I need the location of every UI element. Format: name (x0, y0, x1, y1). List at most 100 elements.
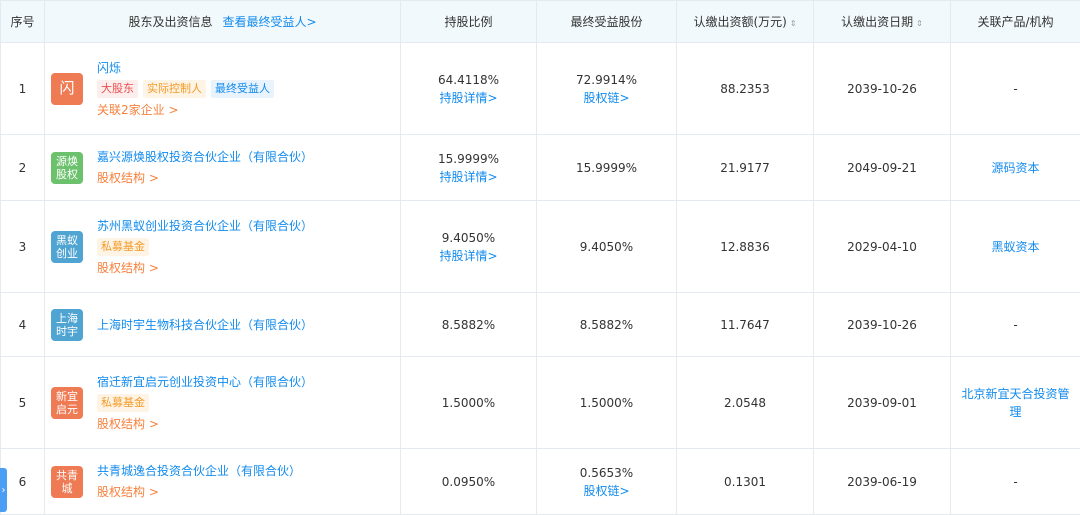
col-amount-label: 认缴出资额(万元) (693, 15, 787, 29)
related-institution-link: - (1013, 81, 1018, 96)
col-shareholder-header: 股东及出资信息 查看最终受益人> (44, 0, 401, 43)
row-index: 1 (0, 42, 45, 135)
ratio-cell: 15.9999% 持股详情> (400, 134, 537, 201)
amount-value: 21.9177 (676, 134, 814, 201)
shareholder-name-link[interactable]: 共青城逸合投资合伙企业（有限合伙） (97, 462, 301, 480)
related-institution-link[interactable]: 北京新宜天合投资管理 (961, 387, 1069, 419)
shareholder-name-link[interactable]: 嘉兴源焕股权投资合伙企业（有限合伙） (97, 148, 313, 166)
final-share-cell: 8.5882% (536, 292, 677, 357)
ratio-cell: 64.4118% 持股详情> (400, 42, 537, 135)
ratio-value: 0.0950% (441, 474, 496, 489)
row-index: 4 (0, 292, 45, 357)
ratio-cell: 1.5000% (400, 356, 537, 449)
company-logo[interactable]: 上海时宇 (51, 308, 83, 341)
equity-structure-link[interactable]: 股权结构 > (97, 169, 313, 187)
final-share-cell: 0.5653% 股权链> (536, 448, 677, 515)
equity-structure-link[interactable]: 关联2家企业 > (97, 101, 274, 119)
shareholder-cell: 闪闪烁大股东 实际控制人 最终受益人 关联2家企业 > (44, 42, 401, 135)
col-related-header: 关联产品/机构 (950, 0, 1080, 43)
company-logo[interactable]: 共青城 (51, 465, 83, 498)
row-index: 5 (0, 356, 45, 449)
col-ratio-header: 持股比例 (400, 0, 537, 43)
final-share-cell: 1.5000% (536, 356, 677, 449)
shareholder-table: 序号 股东及出资信息 查看最终受益人> 持股比例 最终受益股份 认缴出资额(万元)… (0, 0, 1080, 515)
col-shareholder-label: 股东及出资信息 (128, 15, 213, 29)
col-final-share-header: 最终受益股份 (536, 0, 677, 43)
shareholder-cell: 共青城 共青城逸合投资合伙企业（有限合伙） 股权结构 > (44, 448, 401, 515)
ratio-value: 64.4118% (437, 72, 500, 87)
table-row: 3 黑蚁创业 苏州黑蚁创业投资合伙企业（有限合伙） 私募基金股权结构 > 9.4050%… (0, 200, 1080, 293)
table-row: 2 源焕股权 嘉兴源焕股权投资合伙企业（有限合伙） 股权结构 > 15.9999% 持股详… (0, 134, 1080, 201)
status-tag: 私募基金 (97, 237, 149, 256)
ratio-value: 9.4050% (441, 230, 496, 245)
final-share-value: 1.5000% (579, 395, 634, 410)
company-logo[interactable]: 黑蚁创业 (51, 230, 83, 263)
related-cell: - (950, 448, 1080, 515)
related-cell: - (950, 292, 1080, 357)
shareholder-cell: 上海时宇 上海时宇生物科技合伙企业（有限合伙） (44, 292, 401, 357)
date-value: 2029-04-10 (813, 200, 951, 293)
ratio-value: 15.9999% (437, 151, 500, 166)
final-share-cell: 15.9999% (536, 134, 677, 201)
ratio-cell: 0.0950% (400, 448, 537, 515)
col-date-label: 认缴出资日期 (841, 15, 914, 29)
col-index-header: 序号 (0, 0, 45, 43)
amount-value: 12.8836 (676, 200, 814, 293)
date-value: 2039-06-19 (813, 448, 951, 515)
shareholder-name-link[interactable]: 苏州黑蚁创业投资合伙企业（有限合伙） (97, 217, 313, 235)
status-tag: 私募基金 (97, 393, 149, 412)
holding-detail-link[interactable]: 持股详情> (401, 247, 536, 265)
equity-chain-link[interactable]: 股权链> (537, 482, 676, 500)
equity-structure-link[interactable]: 股权结构 > (97, 415, 313, 433)
shareholder-name-link[interactable]: 上海时宇生物科技合伙企业（有限合伙） (97, 316, 313, 334)
shareholder-name-link[interactable]: 宿迁新宜启元创业投资中心（有限合伙） (97, 373, 313, 391)
shareholder-name-link[interactable]: 闪烁 (97, 59, 274, 77)
tag-list: 大股东 实际控制人 最终受益人 (97, 79, 274, 98)
row-index: 3 (0, 200, 45, 293)
ratio-value: 8.5882% (441, 317, 496, 332)
company-logo[interactable]: 源焕股权 (51, 151, 83, 184)
final-share-value: 9.4050% (579, 239, 634, 254)
table-row: 4 上海时宇 上海时宇生物科技合伙企业（有限合伙） 8.5882% 8.5882% 11.… (0, 292, 1080, 357)
view-beneficiary-link[interactable]: 查看最终受益人> (222, 15, 316, 29)
related-institution-link: - (1013, 317, 1018, 332)
related-cell: 北京新宜天合投资管理 (950, 356, 1080, 449)
shareholder-cell: 新宜启元 宿迁新宜启元创业投资中心（有限合伙） 私募基金股权结构 > (44, 356, 401, 449)
ratio-value: 1.5000% (441, 395, 496, 410)
related-institution-link[interactable]: 黑蚁资本 (991, 240, 1039, 254)
table-header-row: 序号 股东及出资信息 查看最终受益人> 持股比例 最终受益股份 认缴出资额(万元)… (0, 0, 1080, 43)
equity-structure-link[interactable]: 股权结构 > (97, 483, 301, 501)
shareholder-cell: 源焕股权 嘉兴源焕股权投资合伙企业（有限合伙） 股权结构 > (44, 134, 401, 201)
ratio-cell: 8.5882% (400, 292, 537, 357)
related-institution-link: - (1013, 474, 1018, 489)
company-logo[interactable]: 新宜启元 (51, 386, 83, 419)
equity-chain-link[interactable]: 股权链> (537, 89, 676, 107)
status-tag: 实际控制人 (143, 79, 206, 98)
sort-icon[interactable]: ⇕ (790, 20, 797, 28)
amount-value: 88.2353 (676, 42, 814, 135)
holding-detail-link[interactable]: 持股详情> (401, 89, 536, 107)
date-value: 2039-10-26 (813, 42, 951, 135)
final-share-value: 0.5653% (579, 465, 634, 480)
related-cell: 源码资本 (950, 134, 1080, 201)
side-expand-tab[interactable]: › (0, 468, 7, 512)
date-value: 2039-09-01 (813, 356, 951, 449)
row-index: 2 (0, 134, 45, 201)
final-share-value: 8.5882% (579, 317, 634, 332)
date-value: 2049-09-21 (813, 134, 951, 201)
final-share-value: 15.9999% (575, 160, 638, 175)
col-amount-header[interactable]: 认缴出资额(万元) ⇕ (676, 0, 814, 43)
company-logo[interactable]: 闪 (51, 72, 83, 105)
date-value: 2039-10-26 (813, 292, 951, 357)
col-date-header[interactable]: 认缴出资日期 ⇕ (813, 0, 951, 43)
holding-detail-link[interactable]: 持股详情> (401, 168, 536, 186)
tag-list: 私募基金 (97, 237, 313, 256)
related-cell: - (950, 42, 1080, 135)
ratio-cell: 9.4050% 持股详情> (400, 200, 537, 293)
equity-structure-link[interactable]: 股权结构 > (97, 259, 313, 277)
related-institution-link[interactable]: 源码资本 (991, 161, 1039, 175)
sort-icon[interactable]: ⇕ (916, 20, 923, 28)
related-cell: 黑蚁资本 (950, 200, 1080, 293)
final-share-cell: 9.4050% (536, 200, 677, 293)
amount-value: 11.7647 (676, 292, 814, 357)
